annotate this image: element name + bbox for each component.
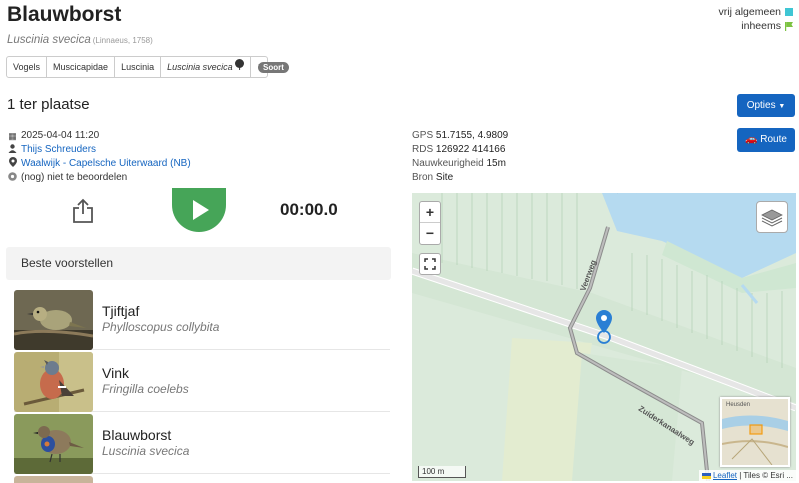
observation-count: 1 ter plaatse xyxy=(7,96,90,113)
suggestions-heading: Beste voorstellen xyxy=(6,247,391,280)
observer-link[interactable]: Thijs Schreuders xyxy=(21,143,96,157)
rds-label: RDS xyxy=(412,144,434,155)
location-link[interactable]: Waalwijk - Capelsche Uiterwaard (NB) xyxy=(21,157,191,171)
audio-player: 00:00.0 xyxy=(6,188,390,234)
fullscreen-icon xyxy=(424,258,436,270)
zoom-out-button[interactable]: − xyxy=(420,223,440,244)
play-button[interactable] xyxy=(172,188,226,232)
caret-down-icon: ▼ xyxy=(778,103,786,110)
rds-value: 126922 414166 xyxy=(435,144,506,155)
species-title: Blauwborst xyxy=(7,3,122,26)
leaflet-link[interactable]: Leaflet xyxy=(713,471,737,480)
scientific-name: Luscinia svecica (Linnaeus, 1758) xyxy=(7,34,153,46)
suggestion-name: Tjiftjaf xyxy=(102,303,140,319)
origin-label: inheems xyxy=(741,20,781,32)
scientific-name-text: Luscinia svecica xyxy=(7,34,91,46)
map-marker-icon xyxy=(8,157,17,171)
minimap-label: Heusden xyxy=(726,402,751,408)
source-value: Site xyxy=(435,172,454,183)
zoom-in-button[interactable]: + xyxy=(420,202,440,223)
tax-genus[interactable]: Luscinia xyxy=(115,57,162,77)
zoom-control: + − xyxy=(419,201,441,245)
suggestion-latin: Luscinia svecica xyxy=(102,444,190,458)
minimap[interactable]: Heusden xyxy=(720,397,790,467)
options-button[interactable]: Opties ▼ xyxy=(737,94,795,117)
car-icon: 🚗 xyxy=(745,134,758,145)
gps-value: 51.7155, 4.9809 xyxy=(435,130,509,141)
tiles-credit: | Tiles © Esri ... xyxy=(739,471,793,480)
status-block: vrij algemeen inheems xyxy=(719,5,793,33)
route-label: Route xyxy=(760,134,787,145)
source-label: Bron xyxy=(412,172,434,183)
tax-vogels[interactable]: Vogels xyxy=(7,57,48,77)
info-icon: i xyxy=(235,59,245,72)
rarity-label: vrij algemeen xyxy=(718,6,781,18)
map-view[interactable]: Veerweg Zuiderkanaalweg + − Heusden 100 … xyxy=(412,193,796,481)
flag-icon xyxy=(785,21,793,31)
author-citation: (Linnaeus, 1758) xyxy=(92,36,153,45)
geo-info: GPS 51.7155, 4.9809 RDS 126922 414166 Na… xyxy=(412,129,508,185)
tax-family[interactable]: Muscicapidae xyxy=(47,57,116,77)
fullscreen-button[interactable] xyxy=(419,253,441,275)
accuracy-label: Nauwkeurigheid xyxy=(412,158,484,169)
layers-button[interactable] xyxy=(756,201,788,233)
location-pin-icon[interactable] xyxy=(595,309,613,345)
suggestion-name: Vink xyxy=(102,365,129,381)
rarity-square-icon xyxy=(785,8,793,16)
share-icon[interactable] xyxy=(72,198,94,224)
bird-photo xyxy=(14,414,93,474)
layers-icon xyxy=(761,209,783,227)
tax-species[interactable]: Luscinia svecica i xyxy=(161,57,252,77)
user-icon xyxy=(8,143,17,157)
observation-datetime: 2025-04-04 11:20 xyxy=(21,130,100,141)
suggestion-latin: Phylloscopus collybita xyxy=(102,320,220,334)
calendar-icon: ▦ xyxy=(8,131,17,141)
bird-photo xyxy=(14,290,93,350)
tax-species-label: Luscinia svecica xyxy=(167,62,233,72)
ukraine-flag-icon xyxy=(701,473,711,479)
map-scale: 100 m xyxy=(418,466,466,478)
suggestion-name: Blauwborst xyxy=(102,427,172,443)
options-label: Opties xyxy=(746,100,776,111)
route-button[interactable]: 🚗 Route xyxy=(737,128,795,152)
suggestion-item[interactable]: Blauwborst Luscinia svecica xyxy=(14,414,390,474)
suggestion-latin: Fringilla coelebs xyxy=(102,382,189,396)
rank-badge: Soort xyxy=(258,62,289,73)
accuracy-value: 15m xyxy=(486,158,506,169)
suggestion-item[interactable]: Tjiftjaf Phylloscopus collybita xyxy=(14,290,390,350)
gps-label: GPS xyxy=(412,130,434,141)
review-status-icon xyxy=(8,171,17,185)
observation-meta: ▦ 2025-04-04 11:20 Thijs Schreuders Waalw… xyxy=(8,129,191,185)
suggestion-item[interactable]: Vink Fringilla coelebs xyxy=(14,352,390,412)
playback-timer: 00:00.0 xyxy=(280,200,338,219)
taxonomy-breadcrumb: Vogels Muscicapidae Luscinia Luscinia sv… xyxy=(6,56,269,78)
review-status: (nog) niet te beoordelen xyxy=(21,172,128,183)
bird-photo xyxy=(14,352,93,412)
bird-photo-partial xyxy=(14,476,93,483)
play-icon xyxy=(193,200,209,220)
map-attribution: Leaflet | Tiles © Esri ... xyxy=(698,470,796,481)
